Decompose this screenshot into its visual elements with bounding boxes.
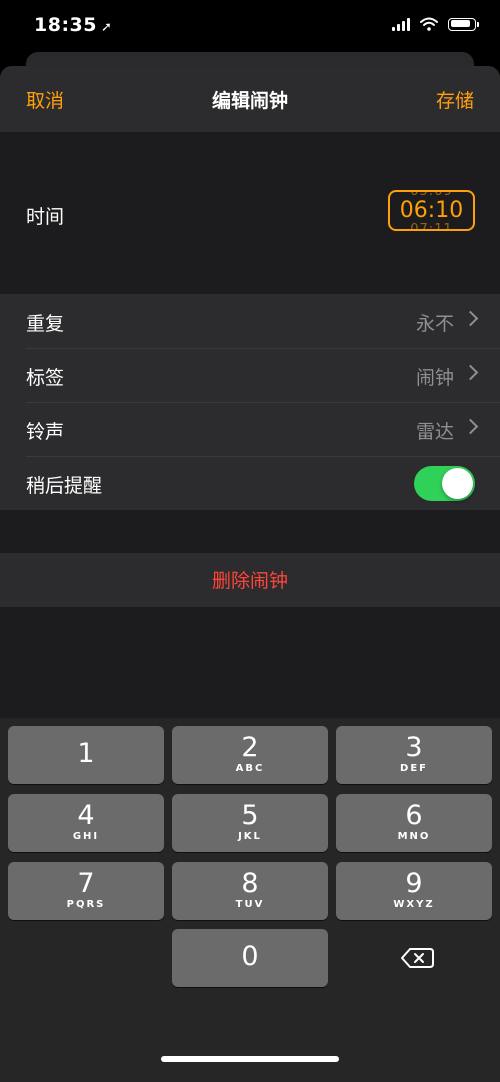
key-6[interactable]: 6 MNO [336,794,492,852]
sound-value: 雷达 [415,421,454,443]
key-digit: 2 [241,732,259,763]
time-picker-value: 06:10 [399,198,464,223]
repeat-row[interactable]: 重复 永不 [0,294,500,348]
time-section: 时间 05:09 06:10 07:11 [0,132,500,294]
key-2[interactable]: 2 ABC [172,726,328,784]
key-letters: GHI [72,831,100,842]
snooze-row: 稍后提醒 [0,456,500,510]
key-digit: 7 [77,868,95,899]
key-digit: 4 [77,800,95,831]
key-digit: 1 [77,738,95,769]
battery-fill [450,20,470,27]
sound-label: 铃声 [26,421,65,443]
key-digit: 6 [405,800,423,831]
time-picker-next: 07:11 [410,222,453,231]
key-digit: 9 [405,868,423,899]
label-row[interactable]: 标签 闹钟 [0,348,500,402]
time-picker[interactable]: 05:09 06:10 07:11 [388,190,475,231]
status-time: 18:35 ➚ [34,14,112,36]
delete-alarm-button[interactable]: 删除闹钟 [0,553,500,607]
page-title: 编辑闹钟 [211,90,288,112]
home-indicator[interactable] [161,1056,339,1062]
key-digit: 3 [405,732,423,763]
chevron-right-icon [462,364,479,381]
label-value: 闹钟 [415,367,454,389]
key-letters: ABC [235,763,265,774]
key-letters: DEF [400,763,428,774]
save-button[interactable]: 存储 [436,86,474,113]
cellular-signal-icon [392,17,410,31]
delete-section: 删除闹钟 [0,553,500,607]
key-7[interactable]: 7 PQRS [8,862,164,920]
chevron-right-icon [462,418,479,435]
key-letters: WXYZ [393,899,435,910]
sound-row[interactable]: 铃声 雷达 [0,402,500,456]
status-icons [392,17,479,31]
toggle-knob [442,468,473,499]
status-bar: 18:35 ➚ [0,0,500,56]
key-digit: 8 [241,868,259,899]
snooze-label: 稍后提醒 [26,475,103,497]
time-label: 时间 [26,206,65,228]
key-3[interactable]: 3 DEF [336,726,492,784]
key-5[interactable]: 5 JKL [172,794,328,852]
status-time-text: 18:35 [34,14,97,36]
key-letters: PQRS [66,899,106,910]
key-digit: 0 [241,941,259,972]
battery-icon [448,17,479,31]
key-9[interactable]: 9 WXYZ [336,862,492,920]
snooze-toggle[interactable] [414,466,475,501]
key-0[interactable]: 0 [172,929,328,987]
key-digit: 5 [241,800,259,831]
backspace-icon[interactable] [397,943,437,973]
key-letters: JKL [238,831,262,842]
repeat-value: 永不 [415,313,454,335]
wifi-icon [420,17,438,31]
key-4[interactable]: 4 GHI [8,794,164,852]
settings-group: 重复 永不 标签 闹钟 铃声 雷达 稍后提醒 [0,294,500,510]
repeat-label: 重复 [26,313,65,335]
key-1[interactable]: 1 [8,726,164,784]
navigation-bar: 取消 编辑闹钟 存储 [0,66,500,132]
numeric-keypad: 1 2 ABC 3 DEF 4 GHI 5 JKL 6 MNO 7 PQRS 8… [0,718,500,1082]
key-8[interactable]: 8 TUV [172,862,328,920]
key-letters: MNO [397,831,431,842]
key-letters: TUV [235,899,265,910]
chevron-right-icon [462,310,479,327]
location-arrow-icon: ➚ [100,20,113,35]
label-label: 标签 [26,367,65,389]
time-picker-prev: 05:09 [410,190,453,199]
